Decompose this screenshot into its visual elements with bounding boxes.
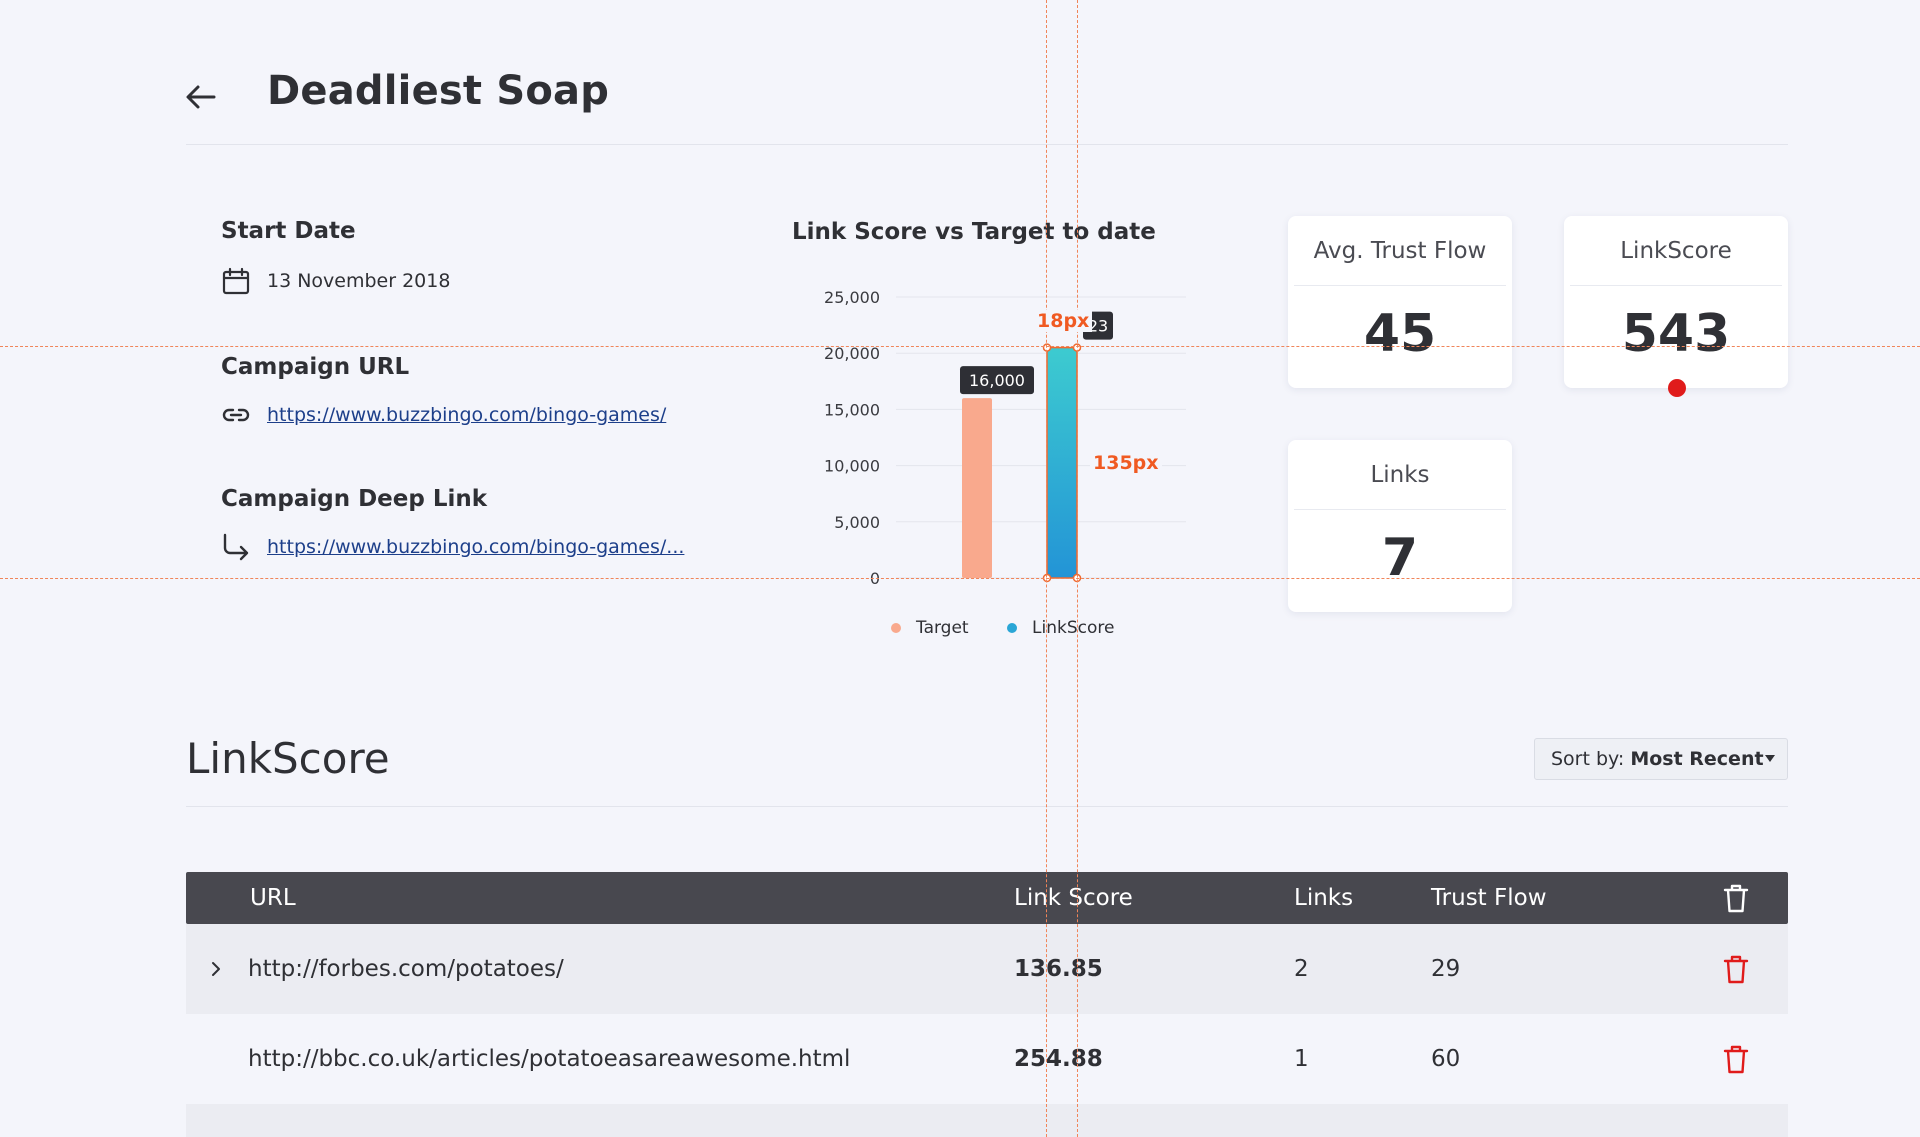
card-label: LinkScore: [1570, 216, 1782, 286]
start-date-label: Start Date: [221, 218, 356, 244]
data-label: 16,000: [969, 371, 1025, 390]
deep-link-link[interactable]: https://www.buzzbingo.com/bingo-games/..…: [267, 536, 684, 558]
col-link-score[interactable]: Link Score: [1014, 872, 1133, 924]
legend-marker: [891, 623, 901, 633]
chevron-right-icon[interactable]: [206, 959, 226, 979]
guide-line-horizontal: [0, 346, 1920, 347]
trash-icon[interactable]: [1721, 882, 1751, 914]
guide-line-horizontal: [0, 578, 1920, 579]
col-trust-flow[interactable]: Trust Flow: [1431, 872, 1547, 924]
link-icon: [222, 408, 250, 422]
back-arrow-icon[interactable]: [180, 76, 222, 118]
cell-url[interactable]: http://bbc.co.uk/articles/potatoeasareaw…: [248, 1014, 850, 1104]
measure-height-label: 135px: [1090, 452, 1162, 474]
card-avg-trust-flow: Avg. Trust Flow 45: [1288, 216, 1512, 388]
guide-line-vertical: [1046, 0, 1047, 1137]
y-tick-label: 15,000: [824, 400, 880, 419]
cell-links: 2: [1294, 956, 1309, 982]
measure-width-label: 18px: [1034, 310, 1093, 332]
card-value: 45: [1363, 304, 1437, 364]
legend-label: LinkScore: [1032, 618, 1114, 638]
cell-trust-flow: 60: [1431, 1046, 1461, 1072]
legend-label: Target: [915, 618, 969, 638]
trash-icon[interactable]: [1721, 1043, 1751, 1075]
sort-value: Most Recent: [1630, 748, 1764, 770]
sort-dropdown[interactable]: Sort by: Most Recent: [1534, 738, 1788, 780]
bar-linkscore: [1047, 347, 1077, 578]
y-tick-label: 10,000: [824, 457, 880, 476]
card-links: Links 7: [1288, 440, 1512, 612]
start-date-value: 13 November 2018: [267, 270, 451, 292]
y-tick-label: 25,000: [824, 288, 880, 307]
cell-links: 1: [1294, 1046, 1309, 1072]
campaign-url-link[interactable]: https://www.buzzbingo.com/bingo-games/: [267, 404, 666, 426]
header-divider: [186, 144, 1788, 145]
guide-line-vertical: [1077, 0, 1078, 1137]
bar-target: [962, 398, 992, 578]
trash-icon[interactable]: [1721, 953, 1751, 985]
card-value: 543: [1621, 304, 1731, 364]
card-linkscore: LinkScore 543: [1564, 216, 1788, 388]
table-header: URL Link Score Links Trust Flow: [186, 872, 1788, 924]
calendar-icon: [222, 267, 250, 295]
cell-link-score: 254.88: [1014, 1046, 1103, 1072]
legend-marker: [1007, 623, 1017, 633]
sort-prefix: Sort by:: [1551, 748, 1625, 770]
col-links[interactable]: Links: [1294, 872, 1353, 924]
card-label: Links: [1294, 440, 1506, 510]
cell-url[interactable]: http://forbes.com/potatoes/: [248, 924, 564, 1014]
y-tick-label: 20,000: [824, 344, 880, 363]
y-tick-label: 5,000: [834, 513, 880, 532]
card-value: 7: [1381, 528, 1419, 588]
table-row[interactable]: http://forbes.com/potatoes/ 136.85 2 29: [186, 924, 1788, 1014]
start-date-row: 13 November 2018: [221, 266, 450, 296]
chevron-down-icon: [1765, 755, 1775, 762]
table-row[interactable]: [186, 1104, 1788, 1137]
chart-title: Link Score vs Target to date: [792, 219, 1156, 245]
col-url[interactable]: URL: [250, 872, 296, 924]
campaign-url-row: https://www.buzzbingo.com/bingo-games/: [221, 400, 666, 430]
deep-link-arrow-icon: [223, 533, 249, 561]
campaign-url-label: Campaign URL: [221, 354, 410, 380]
section-divider: [186, 806, 1788, 807]
card-label: Avg. Trust Flow: [1294, 216, 1506, 286]
cell-trust-flow: 29: [1431, 956, 1461, 982]
deep-link-row: https://www.buzzbingo.com/bingo-games/..…: [221, 532, 684, 562]
deep-link-label: Campaign Deep Link: [221, 486, 488, 512]
red-dot-marker: [1668, 379, 1686, 397]
table-row[interactable]: http://bbc.co.uk/articles/potatoeasareaw…: [186, 1014, 1788, 1104]
cell-link-score: 136.85: [1014, 956, 1103, 982]
page-title: Deadliest Soap: [267, 68, 610, 114]
section-title: LinkScore: [186, 734, 390, 783]
